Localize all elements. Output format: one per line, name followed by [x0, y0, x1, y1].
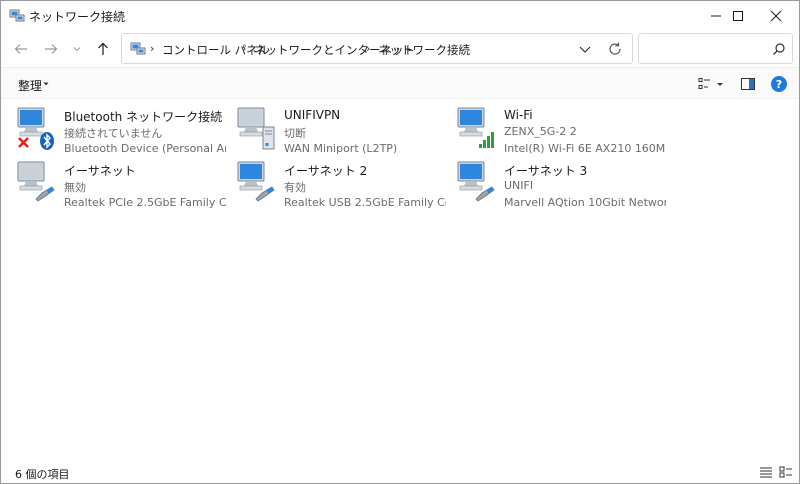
search-box[interactable]: [638, 33, 793, 64]
chevron-down-icon: [73, 47, 81, 52]
forward-button[interactable]: [41, 39, 61, 59]
breadcrumb-separator: ›: [242, 42, 247, 55]
ethernet-network-icon: [457, 161, 495, 202]
list-item[interactable]: イーサネット 無効 Realtek PCIe 2.5GbE Family Con…: [16, 157, 226, 209]
connection-status: 切断: [284, 127, 306, 140]
connection-status: 有効: [284, 181, 306, 194]
connection-device: Realtek USB 2.5GbE Family Contr...: [284, 196, 446, 209]
breadcrumb-separator: ›: [366, 42, 371, 55]
up-button[interactable]: [93, 39, 113, 59]
network-connections-icon: [9, 9, 25, 22]
caret-down-icon: [43, 82, 49, 86]
ethernet-network-icon: [17, 161, 55, 202]
recent-locations-button[interactable]: [67, 39, 87, 59]
connection-name: イーサネット 3: [504, 164, 588, 178]
arrow-right-icon: [45, 44, 58, 54]
connection-status: UNIFI: [504, 179, 534, 192]
list-item[interactable]: UNIFIVPN 切断 WAN Miniport (L2TP): [236, 103, 446, 155]
search-icon: [773, 43, 785, 55]
connection-status: 接続されていません: [64, 127, 163, 140]
connection-device: Intel(R) Wi-Fi 6E AX210 160MHz: [504, 142, 666, 155]
preview-pane-icon[interactable]: [741, 77, 755, 91]
help-icon: ?: [775, 77, 783, 91]
address-bar[interactable]: › コントロール パネル › ネットワークとインターネット › ネットワーク接続: [121, 33, 633, 64]
connection-status: 無効: [64, 181, 86, 194]
organize-button[interactable]: 整理: [18, 77, 42, 94]
connection-name: Bluetooth ネットワーク接続: [64, 110, 223, 124]
connection-name: UNIFIVPN: [284, 108, 341, 122]
connection-device: Marvell AQtion 10Gbit Network A...: [504, 196, 666, 209]
list-item[interactable]: イーサネット 2 有効 Realtek USB 2.5GbE Family Co…: [236, 157, 446, 209]
connection-status: ZENX_5G-2 2: [504, 125, 577, 138]
network-connections-icon: [130, 42, 146, 55]
status-bar: 6 個の項目: [1, 461, 799, 483]
wifi-network-icon: [457, 107, 494, 148]
title-bar: ネットワーク接続: [1, 1, 799, 31]
connection-device: Realtek PCIe 2.5GbE Family Contr...: [64, 196, 226, 209]
bluetooth-network-icon: [17, 107, 54, 150]
address-history-dropdown-icon[interactable]: [576, 40, 594, 58]
connection-list: Bluetooth ネットワーク接続 接続されていません Bluetooth D…: [1, 99, 799, 459]
command-bar: 整理 ?: [1, 67, 799, 99]
view-options-icon[interactable]: [698, 77, 724, 91]
arrow-left-icon: [14, 44, 27, 54]
window-title: ネットワーク接続: [29, 10, 126, 24]
connection-name: イーサネット: [64, 164, 136, 178]
close-icon: [770, 10, 782, 22]
breadcrumb-network-connections[interactable]: ネットワーク接続: [378, 42, 470, 58]
list-item[interactable]: Wi-Fi ZENX_5G-2 2 Intel(R) Wi-Fi 6E AX21…: [456, 103, 666, 155]
vpn-network-icon: [237, 107, 275, 150]
explorer-window: ネットワーク接続 › コントロール パネル › ネットワークとインターネット ›…: [0, 0, 800, 484]
list-item[interactable]: Bluetooth ネットワーク接続 接続されていません Bluetooth D…: [16, 103, 226, 155]
navigation-bar: › コントロール パネル › ネットワークとインターネット › ネットワーク接続: [1, 31, 799, 67]
refresh-icon[interactable]: [606, 40, 624, 58]
ethernet-network-icon: [237, 161, 275, 202]
item-count: 6 個の項目: [15, 468, 70, 481]
close-button[interactable]: [753, 1, 799, 31]
tiles-view-icon[interactable]: [779, 466, 793, 478]
maximize-icon: [733, 11, 743, 21]
back-button[interactable]: [11, 39, 31, 59]
help-button[interactable]: ?: [771, 76, 787, 92]
connection-name: Wi-Fi: [504, 108, 533, 122]
breadcrumb-separator: ›: [150, 42, 155, 55]
connection-device: Bluetooth Device (Personal Area ...: [64, 142, 226, 155]
list-item[interactable]: イーサネット 3 UNIFI Marvell AQtion 10Gbit Net…: [456, 157, 666, 209]
arrow-up-icon: [98, 42, 108, 55]
connection-name: イーサネット 2: [284, 164, 368, 178]
details-view-icon[interactable]: [759, 466, 773, 478]
connection-device: WAN Miniport (L2TP): [284, 142, 398, 155]
